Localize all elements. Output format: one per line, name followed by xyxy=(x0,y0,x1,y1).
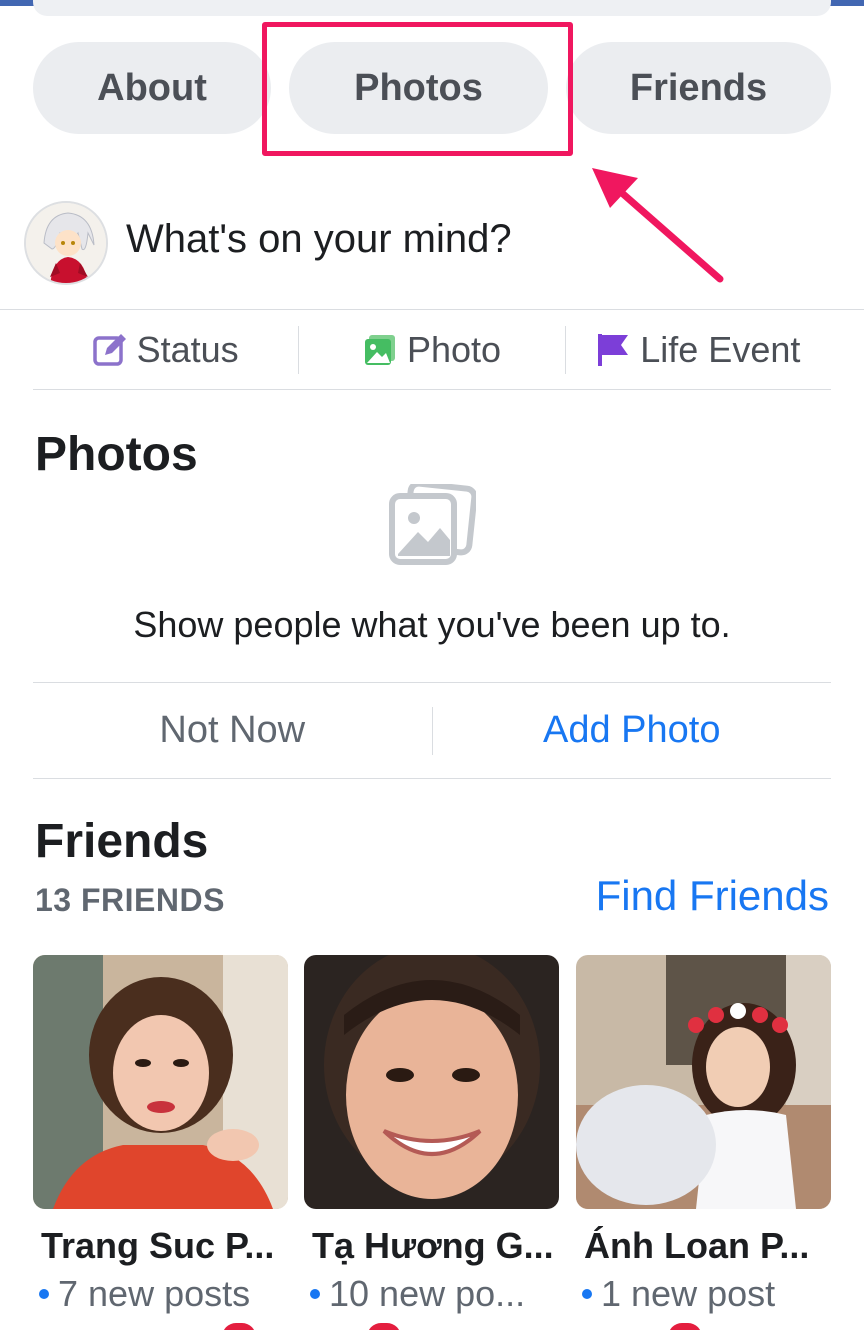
friends-section-title: Friends xyxy=(35,815,209,868)
photos-empty-text: Show people what you've been up to. xyxy=(133,604,731,645)
friend-card[interactable]: Tạ Hương G... 10 new po... xyxy=(304,955,559,1315)
add-photo-button[interactable]: Add Photo xyxy=(433,709,832,752)
friend-card[interactable]: Trang Suc P... 7 new posts xyxy=(33,955,288,1315)
photo-button[interactable]: Photo xyxy=(299,312,564,388)
profile-header-card xyxy=(33,0,831,16)
status-button[interactable]: Status xyxy=(33,312,298,388)
friend-new-posts-label: 1 new post xyxy=(601,1273,776,1314)
composer[interactable]: What's on your mind? xyxy=(0,195,864,305)
find-friends-link[interactable]: Find Friends xyxy=(596,872,829,920)
tab-about[interactable]: About xyxy=(33,42,271,134)
edit-icon xyxy=(92,334,126,366)
photo-gallery-icon xyxy=(389,484,476,565)
friend-new-posts-label: 10 new po... xyxy=(329,1273,526,1314)
flag-icon xyxy=(598,334,629,366)
divider xyxy=(0,309,864,310)
avatar-image xyxy=(26,203,106,283)
friend-new-posts: 7 new posts xyxy=(33,1273,288,1315)
composer-actions: Status Photo Life Event xyxy=(33,312,831,388)
friend-name[interactable]: Tạ Hương G... xyxy=(304,1225,559,1267)
divider xyxy=(33,778,831,779)
highlight-box xyxy=(262,22,573,156)
photos-section-title: Photos xyxy=(35,428,198,481)
life-event-button[interactable]: Life Event xyxy=(566,312,831,388)
tab-friends[interactable]: Friends xyxy=(566,42,831,134)
photo-label: Photo xyxy=(406,329,502,370)
bottom-nav xyxy=(0,1320,864,1330)
friend-card[interactable]: Ánh Loan P... 1 new post xyxy=(576,955,831,1315)
life-event-label: Life Event xyxy=(640,329,801,370)
friend-new-posts: 10 new po... xyxy=(304,1273,559,1315)
tab-friends-label: Friends xyxy=(629,66,768,109)
not-now-button[interactable]: Not Now xyxy=(33,709,432,752)
new-posts-dot xyxy=(310,1289,320,1299)
friend-new-posts-label: 7 new posts xyxy=(58,1273,251,1314)
friend-name[interactable]: Ánh Loan P... xyxy=(576,1225,831,1267)
friend-new-posts: 1 new post xyxy=(576,1273,831,1315)
divider xyxy=(33,389,831,390)
composer-prompt[interactable]: What's on your mind? xyxy=(126,217,512,262)
friends-count: 13 FRIENDS xyxy=(35,882,225,918)
friend-photo[interactable] xyxy=(576,955,831,1209)
new-posts-dot xyxy=(39,1289,49,1299)
status-label: Status xyxy=(136,329,239,370)
friend-photo[interactable] xyxy=(33,955,288,1209)
new-posts-dot xyxy=(582,1289,592,1299)
tab-about-label: About xyxy=(97,66,207,109)
friend-name[interactable]: Trang Suc P... xyxy=(33,1225,288,1267)
photo-icon xyxy=(364,335,395,365)
photos-prompt-actions: Not Now Add Photo xyxy=(33,683,831,778)
avatar[interactable] xyxy=(24,201,108,285)
friend-photo[interactable] xyxy=(304,955,559,1209)
